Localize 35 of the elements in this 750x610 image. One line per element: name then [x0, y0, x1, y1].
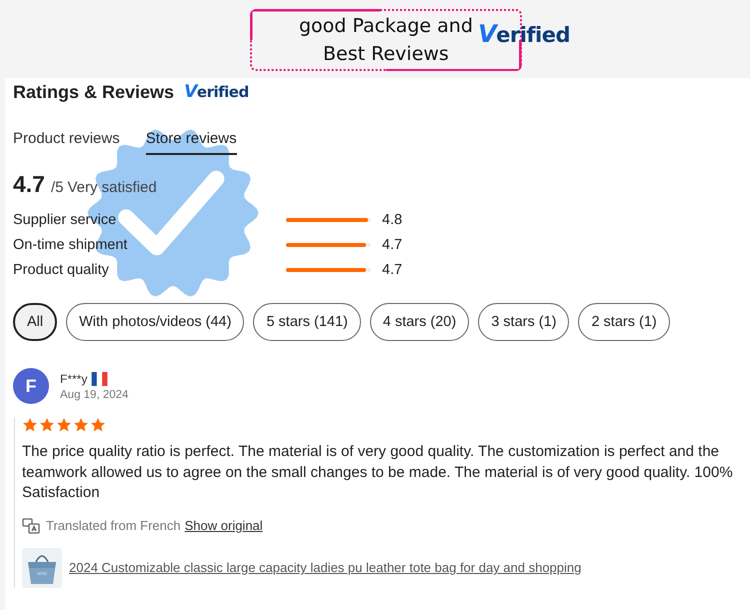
metric-value: 4.8: [382, 211, 404, 230]
translate-icon: [22, 518, 40, 534]
flag-icon: [90, 372, 110, 386]
metric-value: 4.7: [382, 261, 404, 280]
filter-chip[interactable]: 5 stars (141): [253, 303, 361, 341]
translation-note: Translated from French: [46, 518, 181, 533]
reviewer-name: F***y: [60, 372, 88, 386]
filter-chip[interactable]: 4 stars (20): [370, 303, 470, 341]
star-icon: [73, 417, 89, 433]
rating-verdict: Very satisfied: [68, 179, 157, 196]
star-icon: [22, 417, 38, 433]
banner-title: good Package and Best Reviews: [298, 14, 473, 67]
filter-chip[interactable]: With photos/videos (44): [66, 303, 244, 341]
verified-logo: Verified: [184, 82, 249, 102]
filter-chip[interactable]: 2 stars (1): [578, 303, 670, 341]
rating-scale: /5: [50, 179, 64, 196]
tab[interactable]: Product reviews: [13, 130, 120, 155]
product-link[interactable]: 2024 Customizable classic large capacity ladies pu leather tote bag for day and shopping: [69, 560, 582, 575]
tab[interactable]: Store reviews: [146, 130, 237, 155]
filter-chip[interactable]: 3 stars (1): [478, 303, 570, 341]
metric-label: Product quality: [13, 261, 110, 280]
star-icon: [90, 417, 106, 433]
metric-label: Supplier service: [13, 211, 118, 230]
verified-logo: Verified: [478, 20, 570, 48]
metric-value: 4.7: [382, 236, 404, 255]
star-icon: [56, 417, 72, 433]
rating-score: 4.7: [13, 171, 45, 198]
review-date: Aug 19, 2024: [60, 388, 128, 400]
filter-chip[interactable]: All: [13, 303, 58, 341]
star-icon: [39, 417, 55, 433]
section-title: Ratings & Reviews: [13, 82, 174, 102]
metric-label: On-time shipment: [13, 236, 128, 255]
show-original-link[interactable]: Show original: [184, 518, 263, 533]
avatar: F: [13, 368, 49, 404]
review-text: The price quality ratio is perfect. The material is of very good quality. The customization is perfect and the teamwork allowed us to agree on the small changes to be made. The material is of very good quality. 100% Satisfaction: [22, 442, 734, 503]
